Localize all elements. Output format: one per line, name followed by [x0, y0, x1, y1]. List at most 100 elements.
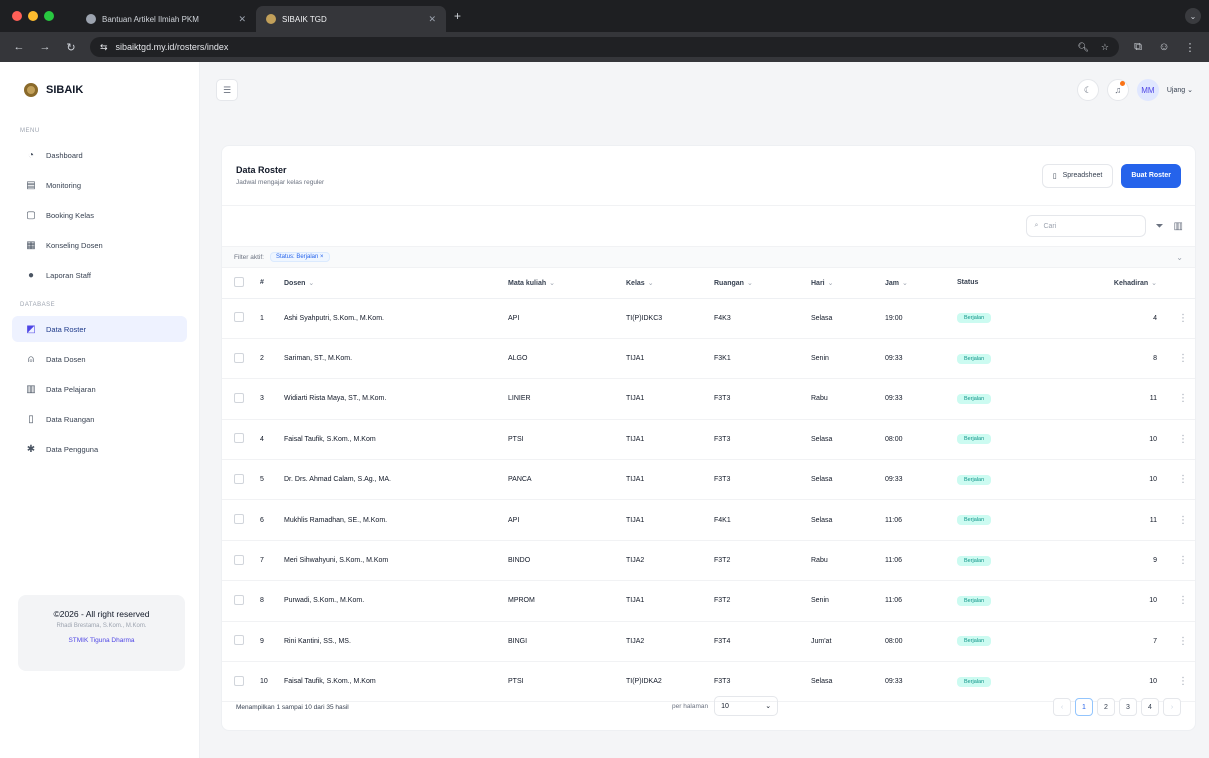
table-row[interactable]: 6 Mukhlis Ramadhan, SE., M.Kom. API TIJA1 F4… — [222, 499, 1195, 541]
table-row[interactable]: 4 Faisal Taufik, S.Kom., M.Kom PTSI TIJA1 F3… — [222, 419, 1195, 461]
reload-icon[interactable]: ↻ — [64, 41, 78, 54]
user-menu[interactable]: Ujang ⌄ — [1167, 86, 1193, 94]
row-actions-icon[interactable]: ⋮ — [1171, 338, 1195, 380]
bookmark-icon[interactable]: ☆ — [1101, 42, 1109, 53]
table-row[interactable]: 3 Widiarti Rista Maya, ST., M.Kom. LINIER T… — [222, 378, 1195, 420]
avatar[interactable]: MM — [1136, 79, 1159, 101]
sidebar-item-data-ruangan[interactable]: ▯ Data Ruangan — [12, 406, 187, 432]
filter-collapse-icon[interactable]: ⌄ — [1176, 253, 1183, 262]
browser-tabbar: Bantuan Artikel Ilmiah PKM ✕ SIBAIK TGD … — [0, 0, 1209, 32]
org-link[interactable]: STMIK Tiguna Dharma — [18, 637, 185, 644]
sidebar-toggle-button[interactable]: ☰ — [216, 79, 238, 101]
page-1-button[interactable]: 1 — [1075, 698, 1093, 716]
new-tab-icon[interactable]: + — [454, 9, 461, 23]
cell-ruangan: F3T2 — [714, 580, 811, 622]
table-row[interactable]: 7 Meri Sihwahyuni, S.Kom., M.Kom BINDO TIJA… — [222, 540, 1195, 582]
row-checkbox[interactable] — [234, 635, 244, 646]
table-row[interactable]: 9 Rini Kantini, SS., MS. BINGI TIJA2 F3T4 Jum… — [222, 621, 1195, 663]
sidebar-item-data-pelajaran[interactable]: ▥ Data Pelajaran — [12, 376, 187, 402]
col-ruangan[interactable]: Ruangan ⌄ — [714, 268, 811, 299]
active-filters-bar: Filter aktif: Status: Berjalan × ⌄ — [222, 246, 1195, 268]
maximize-window-button[interactable] — [44, 11, 54, 21]
row-checkbox[interactable] — [234, 392, 244, 403]
extensions-icon[interactable]: ⧉ — [1131, 41, 1145, 54]
site-info-icon[interactable]: ⇆ — [100, 42, 108, 53]
row-checkbox[interactable] — [234, 312, 244, 323]
page-prev-button[interactable]: ‹ — [1053, 698, 1071, 716]
page-4-button[interactable]: 4 — [1141, 698, 1159, 716]
cell-no: 9 — [260, 621, 284, 663]
page-3-button[interactable]: 3 — [1119, 698, 1137, 716]
minimize-window-button[interactable] — [28, 11, 38, 21]
cell-kehadiran: 10 — [1077, 459, 1171, 501]
row-actions-icon[interactable]: ⋮ — [1171, 459, 1195, 501]
row-checkbox[interactable] — [234, 554, 244, 565]
brand[interactable]: SIBAIK — [0, 62, 199, 118]
back-icon[interactable]: ← — [12, 41, 26, 53]
forward-icon[interactable]: → — [38, 41, 52, 53]
search-input[interactable]: ⌕ Cari — [1025, 215, 1146, 237]
row-checkbox[interactable] — [234, 473, 244, 484]
status-filter-chip[interactable]: Status: Berjalan × — [269, 252, 330, 262]
address-bar[interactable]: ⇆ sibaiktgd.my.id/rosters/index 🔍︎ ☆ — [90, 37, 1119, 57]
close-window-button[interactable] — [12, 11, 22, 21]
cell-kelas: TIJA1 — [626, 580, 714, 622]
row-checkbox[interactable] — [234, 594, 244, 605]
page-2-button[interactable]: 2 — [1097, 698, 1115, 716]
sidebar-item-booking-kelas[interactable]: ▢ Booking Kelas — [12, 202, 187, 228]
col-hari[interactable]: Hari ⌄ — [811, 268, 885, 299]
zoom-icon[interactable]: 🔍︎ — [1077, 42, 1088, 53]
col-mata-kuliah[interactable]: Mata kuliah ⌄ — [508, 268, 626, 299]
browser-tab-2[interactable]: SIBAIK TGD ✕ — [256, 6, 446, 32]
row-actions-icon[interactable]: ⋮ — [1171, 621, 1195, 663]
theme-toggle-button[interactable]: ☾ — [1076, 79, 1099, 101]
col-kehadiran[interactable]: Kehadiran ⌄ — [1077, 268, 1171, 299]
sort-icon: ⌄ — [647, 279, 654, 287]
cell-mata-kuliah: LINIER — [508, 378, 626, 420]
row-actions-icon[interactable]: ⋮ — [1171, 298, 1195, 339]
tab-close-icon[interactable]: ✕ — [238, 14, 246, 25]
row-actions-icon[interactable]: ⋮ — [1171, 419, 1195, 461]
row-checkbox[interactable] — [234, 352, 244, 363]
sort-icon: ⌄ — [827, 279, 834, 287]
col-kelas[interactable]: Kelas ⌄ — [626, 268, 714, 299]
columns-icon[interactable]: ▥ — [1174, 221, 1183, 232]
table-row[interactable]: 5 Dr. Drs. Ahmad Calam, S.Ag., MA. PANCA TI… — [222, 459, 1195, 501]
per-page-select[interactable]: 10 ⌄ — [714, 696, 779, 716]
sidebar-item-monitoring[interactable]: ▤ Monitoring — [12, 172, 187, 198]
profile-icon[interactable]: ☺ — [1157, 41, 1171, 53]
row-actions-icon[interactable]: ⋮ — [1171, 540, 1195, 582]
sidebar-item-dashboard[interactable]: ◔ Dashboard — [12, 142, 187, 168]
cell-kelas: TI(P)IDKC3 — [626, 298, 714, 339]
row-checkbox[interactable] — [234, 514, 244, 525]
table-row[interactable]: 8 Purwadi, S.Kom., M.Kom. MPROM TIJA1 F3T2 Se… — [222, 580, 1195, 622]
notification-button[interactable]: ♫ — [1106, 79, 1129, 101]
sidebar-item-data-roster[interactable]: ◩ Data Roster — [12, 316, 187, 342]
browser-menu-icon[interactable]: ⋮ — [1183, 41, 1197, 54]
sort-icon: ⌄ — [308, 279, 315, 287]
dashboard-icon: ◔ — [27, 149, 35, 161]
table-row[interactable]: 2 Sariman, ST., M.Kom. ALGO TIJA1 F3K1 Senin 0… — [222, 338, 1195, 380]
row-actions-icon[interactable]: ⋮ — [1171, 499, 1195, 541]
tab-search-icon[interactable]: ⌄ — [1185, 8, 1201, 24]
col-jam[interactable]: Jam ⌄ — [885, 268, 957, 299]
table-row[interactable]: 1 Ashi Syahputri, S.Kom., M.Kom. API TI(P)I… — [222, 298, 1195, 339]
row-actions-icon[interactable]: ⋮ — [1171, 580, 1195, 622]
row-actions-icon[interactable]: ⋮ — [1171, 378, 1195, 420]
browser-tab-1[interactable]: Bantuan Artikel Ilmiah PKM ✕ — [76, 6, 256, 32]
create-roster-button[interactable]: Buat Roster — [1121, 163, 1181, 188]
filter-icon[interactable]: ⏷ — [1156, 221, 1164, 232]
select-all-checkbox[interactable] — [234, 276, 244, 287]
tab-close-icon[interactable]: ✕ — [428, 14, 436, 25]
sidebar-item-laporan-staff[interactable]: ● Laporan Staff — [12, 262, 187, 288]
cell-kehadiran: 10 — [1077, 580, 1171, 622]
sidebar-item-data-pengguna[interactable]: ✱ Data Pengguna — [12, 436, 187, 462]
sidebar-item-data-dosen[interactable]: ⍝ Data Dosen — [12, 346, 187, 372]
page-next-button[interactable]: › — [1163, 698, 1181, 716]
notification-dot — [1119, 81, 1125, 86]
chevron-down-icon: ⌄ — [1187, 87, 1193, 94]
sidebar-item-konseling-dosen[interactable]: ▦ Konseling Dosen — [12, 232, 187, 258]
row-checkbox[interactable] — [234, 433, 244, 444]
col-dosen[interactable]: Dosen ⌄ — [284, 268, 508, 299]
spreadsheet-button[interactable]: ▯ Spreadsheet — [1041, 163, 1114, 188]
